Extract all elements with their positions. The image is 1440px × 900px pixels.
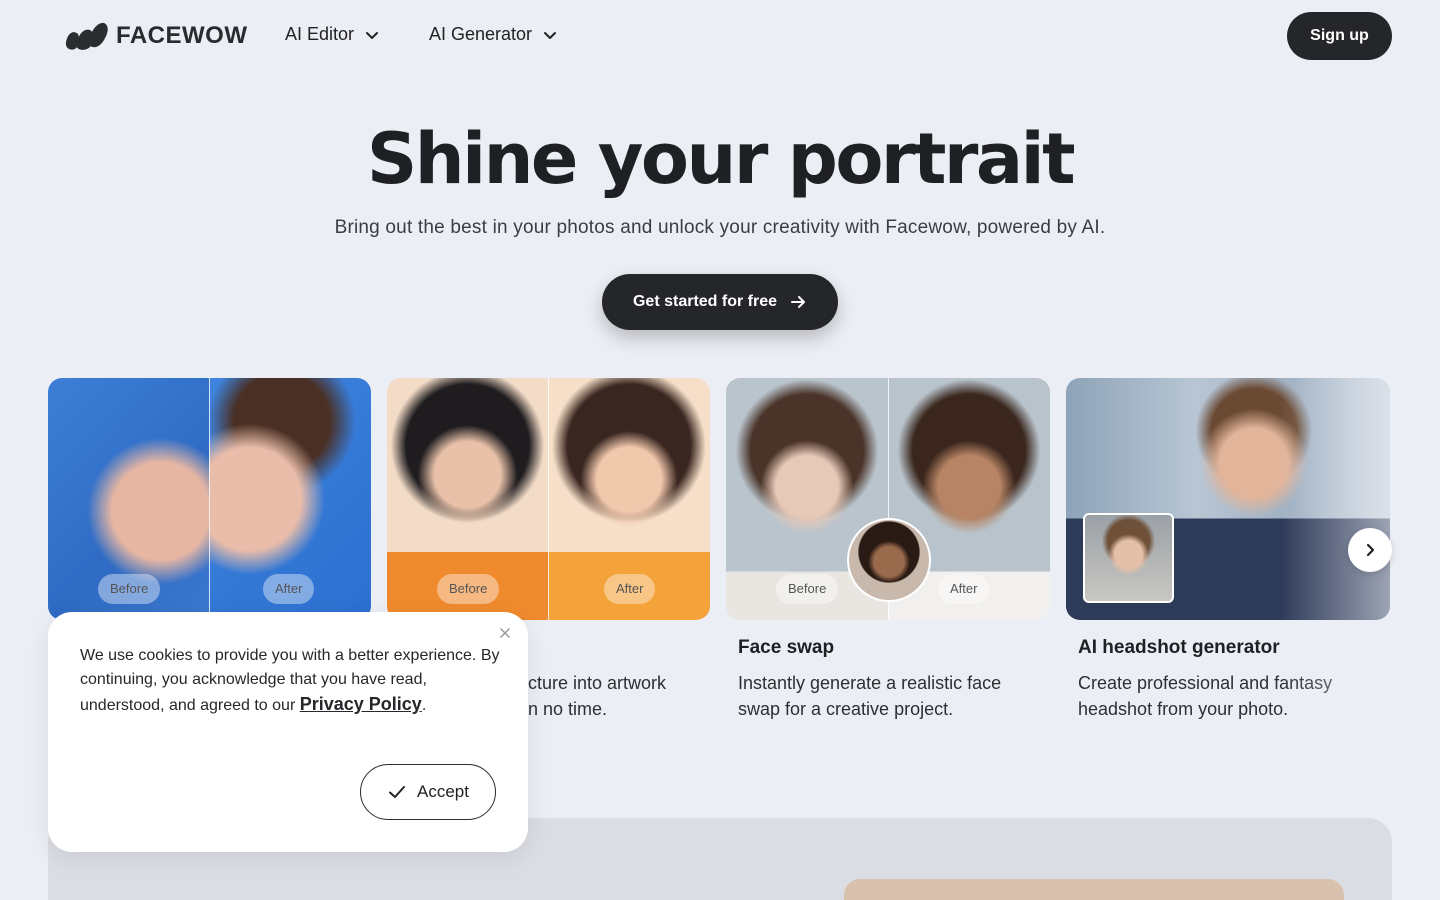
- card-cartoon-description-line2: n no time.: [528, 699, 608, 719]
- card-cartoon-description: cture into artwork n no time.: [528, 670, 728, 722]
- card-face-swap-title: Face swap: [738, 637, 835, 658]
- check-icon: [389, 786, 405, 798]
- source-face-avatar: [847, 518, 931, 602]
- arrow-right-icon: [791, 296, 806, 308]
- header: FACEWOW AI Editor AI Generator Sign up: [0, 0, 1440, 72]
- hero-title: Shine your portrait: [366, 118, 1076, 200]
- nav-ai-generator[interactable]: AI Generator: [429, 24, 558, 45]
- accept-label: Accept: [417, 782, 469, 801]
- nav-ai-editor[interactable]: AI Editor: [285, 24, 380, 45]
- after-badge: After: [938, 574, 990, 604]
- accept-cookies-button[interactable]: Accept: [360, 764, 496, 820]
- card-headshot-image[interactable]: [1066, 378, 1390, 620]
- logo[interactable]: FACEWOW: [64, 20, 247, 52]
- close-icon[interactable]: [498, 626, 512, 640]
- before-badge: Before: [776, 574, 839, 604]
- facewow-logo-icon: [65, 22, 108, 50]
- card-face-swap-image[interactable]: Before After: [726, 378, 1050, 620]
- comparison-divider: [548, 378, 549, 620]
- chevron-down-icon: [544, 31, 557, 39]
- cookie-banner: We use cookies to provide you with a bet…: [48, 612, 528, 852]
- card-headshot-description: Create professional and fantasy headshot…: [1078, 673, 1333, 719]
- nav-ai-editor-label: AI Editor: [285, 24, 355, 44]
- before-badge: Before: [98, 574, 161, 604]
- sign-up-button[interactable]: Sign up: [1287, 12, 1392, 60]
- after-badge: After: [263, 574, 315, 604]
- comparison-divider: [209, 378, 210, 620]
- card-headshot-title: AI headshot generator: [1078, 637, 1280, 658]
- card-cartoon-image[interactable]: Before After: [387, 378, 710, 620]
- before-badge: Before: [437, 574, 500, 604]
- get-started-label: Get started for free: [632, 293, 778, 310]
- chevron-down-icon: [366, 31, 379, 39]
- hero-subtitle: Bring out the best in your photos and un…: [334, 217, 1106, 238]
- after-badge: After: [604, 574, 656, 604]
- brand-name: FACEWOW: [116, 22, 248, 49]
- privacy-policy-link[interactable]: Privacy Policy: [300, 694, 422, 714]
- card-cartoon-description-line1: cture into artwork: [528, 673, 667, 693]
- card-enhance-image[interactable]: Before After: [48, 378, 371, 620]
- source-selfie-thumbnail: [1083, 513, 1174, 603]
- cookie-message: We use cookies to provide you with a bet…: [80, 644, 500, 718]
- card-face-swap-description: Instantly generate a realistic face swap…: [738, 673, 1002, 719]
- get-started-button[interactable]: Get started for free: [602, 274, 838, 330]
- feature-section-image: [844, 879, 1344, 900]
- cookie-text: We use cookies to provide you with a bet…: [80, 647, 500, 714]
- chevron-right-icon: [1366, 543, 1375, 557]
- nav-ai-generator-label: AI Generator: [429, 24, 533, 44]
- cookie-period: .: [421, 697, 427, 714]
- carousel-next-button[interactable]: [1348, 528, 1392, 572]
